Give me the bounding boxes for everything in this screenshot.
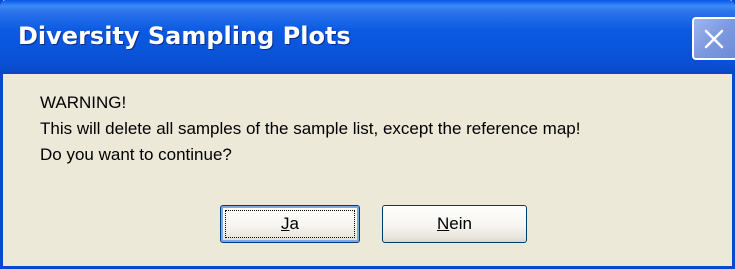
close-icon (704, 29, 724, 49)
close-button[interactable] (692, 17, 735, 60)
no-button-label-rest: ein (449, 214, 472, 233)
no-button-mnemonic: N (437, 214, 450, 233)
window-title: Diversity Sampling Plots (18, 22, 351, 50)
dialog-window: Diversity Sampling Plots WARNING! This w… (0, 0, 735, 269)
message-text: WARNING! This will delete all samples of… (40, 90, 580, 168)
focus-rectangle (225, 210, 355, 238)
no-button[interactable]: Nein (382, 205, 527, 243)
title-bar[interactable]: Diversity Sampling Plots (0, 0, 735, 74)
yes-button[interactable]: Ja (220, 205, 360, 243)
message-line-warning: WARNING! (40, 93, 127, 112)
message-line-description: This will delete all samples of the samp… (40, 119, 581, 138)
message-line-question: Do you want to continue? (40, 145, 232, 164)
no-button-label: Nein (437, 214, 472, 234)
